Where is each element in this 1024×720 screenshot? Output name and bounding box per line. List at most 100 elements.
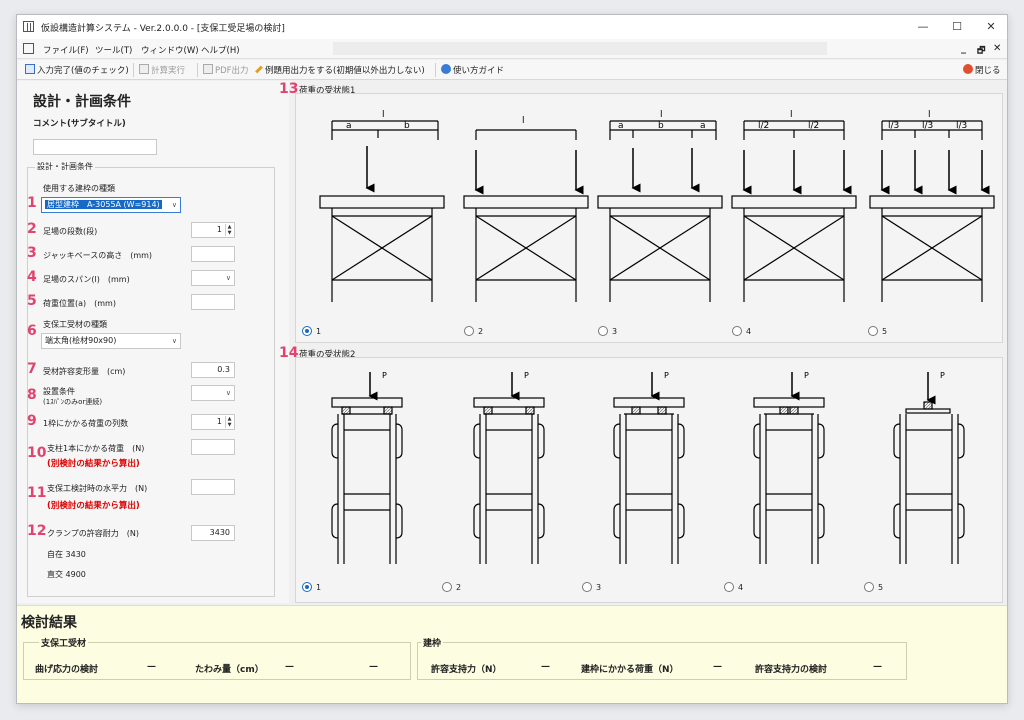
- pdf-icon: [203, 64, 213, 74]
- load-state-1-radio-3[interactable]: [598, 326, 608, 336]
- close-button[interactable]: 閉じる: [963, 64, 1001, 76]
- menu-bar: ファイル(F) ツール(T) ウィンドウ(W) ヘルプ(H) _ 🗗 ✕: [17, 39, 1007, 59]
- badge-3: 3: [27, 245, 37, 261]
- load-state-1-diagrams: l a b l l a b a l l/2 l/2 l l/3 l/3 l/3: [319, 110, 995, 302]
- maximize-button[interactable]: ☐: [949, 19, 965, 35]
- calculate-button[interactable]: 計算実行: [139, 64, 185, 76]
- input-complete-button[interactable]: 入力完了(値のチェック): [25, 64, 129, 76]
- svg-text:l: l: [928, 110, 931, 120]
- load-position-input[interactable]: [191, 294, 235, 310]
- badge-11: 11: [27, 485, 47, 501]
- load-state-2-radio-1[interactable]: [302, 582, 312, 592]
- edit-document-icon: [25, 64, 35, 74]
- span-select[interactable]: ∨: [191, 270, 235, 286]
- badge-5: 5: [27, 293, 37, 309]
- support-material-select[interactable]: 端太角(桧材90x90) ∨: [41, 333, 181, 349]
- close-window-button[interactable]: ✕: [983, 19, 999, 35]
- horizontal-force-input[interactable]: [191, 479, 235, 495]
- load-state-2-radio-3[interactable]: [582, 582, 592, 592]
- usage-guide-button[interactable]: 使い方ガイド: [441, 64, 504, 76]
- load-position-label: 荷重位置(a) (mm): [43, 299, 116, 308]
- badge-7: 7: [27, 361, 37, 377]
- load-state-1-option-5: 5: [882, 327, 888, 336]
- diagram-4: l l/2 l/2: [731, 110, 857, 302]
- app-window: 仮設構造計算システム - Ver.2.0.0.0 - [支保工受足場の検討] —…: [16, 14, 1008, 704]
- dim-l: l: [382, 110, 385, 120]
- badge-6: 6: [27, 323, 37, 339]
- design-conditions-panel: 設計・計画条件 コメント(サブタイトル) 設計・計画条件 1 使用する建枠の種類…: [17, 81, 289, 603]
- badge-8: 8: [27, 387, 37, 403]
- install-condition-label: 設置条件: [43, 387, 75, 396]
- load-columns-input[interactable]: 1 ▲ ▼: [191, 414, 235, 430]
- mdi-minimize-button[interactable]: _: [961, 43, 966, 54]
- load-state-1-radio-2[interactable]: [464, 326, 474, 336]
- svg-text:l/3: l/3: [922, 121, 933, 131]
- clamp-note-orthogonal: 直交 4900: [47, 570, 86, 579]
- menu-spacer: [333, 42, 827, 55]
- mdi-close-button[interactable]: ✕: [993, 43, 1001, 54]
- minimize-button[interactable]: —: [915, 19, 931, 35]
- load-state-1-radio-5[interactable]: [868, 326, 878, 336]
- svg-text:P: P: [524, 371, 529, 380]
- jack-height-input[interactable]: [191, 246, 235, 262]
- badge-10: 10: [27, 445, 47, 461]
- stages-spinner[interactable]: ▲ ▼: [225, 224, 233, 236]
- svg-text:a: a: [618, 121, 624, 131]
- load-columns-spinner[interactable]: ▲ ▼: [225, 416, 233, 428]
- badge-9: 9: [27, 413, 37, 429]
- svg-text:l/3: l/3: [956, 121, 967, 131]
- load-state-2-radio-2[interactable]: [442, 582, 452, 592]
- post-load-input[interactable]: [191, 439, 235, 455]
- install-condition-sublabel: (1ｽﾊﾟﾝのみor連続): [43, 398, 103, 406]
- load-state-1-option-4: 4: [746, 327, 752, 336]
- results-panel: 検討結果 支保工受材 曲げ応力の検討 — たわみ量（cm） — — 建枠 許容支…: [17, 605, 1007, 703]
- menu-tools[interactable]: ツール(T): [95, 44, 132, 56]
- stand-diagram-5: P: [893, 371, 965, 565]
- dim-b: b: [404, 121, 410, 131]
- horizontal-force-label: 支保工検討時の水平力 (N): [47, 484, 148, 493]
- close-circle-icon: [963, 64, 973, 74]
- badge-12: 12: [27, 523, 47, 539]
- deformation-label: 受材許容変形量 (cm): [43, 367, 126, 376]
- frame-type-label: 使用する建枠の種類: [43, 184, 115, 193]
- deformation-input[interactable]: 0.3: [191, 362, 235, 378]
- extra-value: —: [369, 662, 378, 672]
- toolbar: 入力完了(値のチェック) 計算実行 PDF出力 例題用出力をする(初期値以外出力…: [17, 60, 1007, 80]
- horizontal-force-note: (別検討の結果から算出): [47, 501, 140, 511]
- load-state-1-radio-1[interactable]: [302, 326, 312, 336]
- stand-diagram-1: P: [331, 371, 403, 565]
- menu-file[interactable]: ファイル(F): [43, 44, 89, 56]
- pdf-output-button[interactable]: PDF出力: [203, 64, 249, 76]
- post-load-label: 支柱1本にかかる荷重 (N): [47, 444, 145, 453]
- load-state-2-option-5: 5: [878, 583, 884, 592]
- menu-help[interactable]: ヘルプ(H): [201, 44, 240, 56]
- comment-input[interactable]: [33, 139, 157, 155]
- clamp-capacity-input[interactable]: 3430: [191, 525, 235, 541]
- support-check-label: 許容支持力の検討: [755, 665, 828, 675]
- svg-text:l/2: l/2: [758, 121, 769, 131]
- load-state-2-option-2: 2: [456, 583, 462, 592]
- span-label: 足場のスパン(l) (mm): [43, 275, 130, 284]
- deflection-label: たわみ量（cm）: [195, 665, 264, 675]
- allowable-support-value: —: [541, 662, 550, 672]
- stages-input[interactable]: 1 ▲ ▼: [191, 222, 235, 238]
- load-state-2-radio-4[interactable]: [724, 582, 734, 592]
- frame-load-label: 建枠にかかる荷重（N）: [581, 665, 679, 675]
- frame-type-select[interactable]: 居型建枠 A-3055A (W=914) ∨: [41, 197, 181, 213]
- diagram-5: l l/3 l/3 l/3: [869, 110, 995, 302]
- svg-text:P: P: [804, 371, 809, 380]
- pencil-icon: [255, 65, 263, 74]
- calculator-icon: [139, 64, 149, 74]
- load-columns-label: 1枠にかかる荷重の列数: [43, 419, 129, 428]
- example-output-button[interactable]: 例題用出力をする(初期値以外出力しない): [255, 64, 425, 76]
- menu-window[interactable]: ウィンドウ(W): [141, 44, 199, 56]
- install-condition-select[interactable]: ∨: [191, 385, 235, 401]
- bending-label: 曲げ応力の検討: [35, 665, 99, 675]
- svg-text:l/3: l/3: [888, 121, 899, 131]
- load-state-1-radio-4[interactable]: [732, 326, 742, 336]
- support-material-results-title: 支保工受材: [39, 636, 89, 649]
- svg-text:P: P: [940, 371, 945, 380]
- load-state-2-radio-5[interactable]: [864, 582, 874, 592]
- mdi-restore-button[interactable]: 🗗: [977, 43, 985, 59]
- load-state-1-option-2: 2: [478, 327, 484, 336]
